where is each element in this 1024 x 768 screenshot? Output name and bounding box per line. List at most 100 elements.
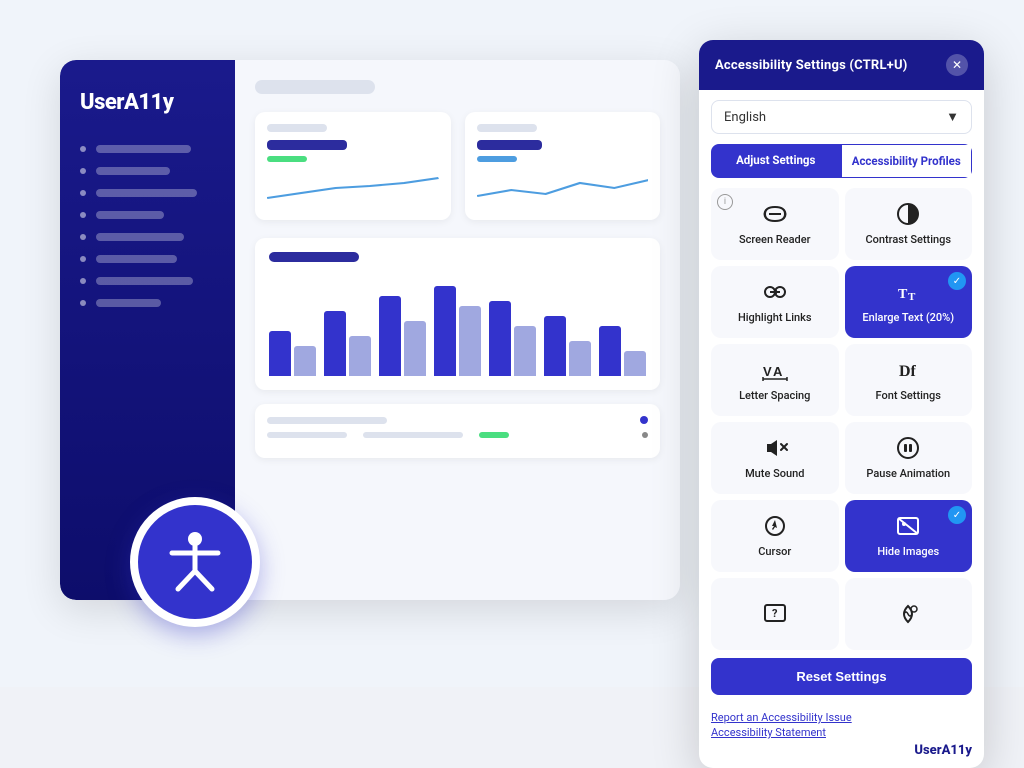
reset-button[interactable]: Reset Settings [711,658,972,695]
setting-pause-animation[interactable]: Pause Animation [845,422,973,494]
mute-sound-label: Mute Sound [745,467,804,481]
cursor-icon [761,512,789,540]
accessibility-icon-circle[interactable] [130,497,260,627]
sidebar-dot [80,234,86,240]
card-chart [267,168,439,208]
card-status [267,156,307,162]
card-status [477,156,517,162]
svg-text:T: T [908,291,916,303]
chart-title [269,252,359,262]
report-accessibility-link[interactable]: Report an Accessibility Issue [711,711,972,724]
cards-row [255,112,660,220]
check-badge: ✓ [948,272,966,290]
settings-grid: i Screen Reader Contrast Setti [711,188,972,650]
sidebar-nav-item [80,233,215,241]
enlarge-text-icon: T T [894,278,922,306]
tab-bar: Adjust Settings Accessibility Profiles [711,144,972,178]
bottom-section [255,404,660,458]
panel-title: Accessibility Settings (CTRL+U) [715,58,908,73]
contrast-label: Contrast Settings [865,233,951,247]
svg-text:?: ? [772,607,778,620]
accessibility-statement-link[interactable]: Accessibility Statement [711,726,972,739]
sidebar-nav-item [80,167,215,175]
setting-mute-sound[interactable]: Mute Sound [711,422,839,494]
sidebar-dot [80,212,86,218]
bar-chart [269,276,646,376]
letter-spacing-label: Letter Spacing [739,389,810,403]
svg-text:V: V [763,364,772,379]
card-title [477,124,537,132]
setting-cursor[interactable]: Cursor [711,500,839,572]
chart-section [255,238,660,390]
sidebar-nav-item [80,145,215,153]
hide-images-icon [894,512,922,540]
svg-text:A: A [773,364,783,379]
sidebar-line [96,145,191,153]
pause-animation-label: Pause Animation [866,467,950,481]
setting-screen-reader[interactable]: i Screen Reader [711,188,839,260]
dashboard-main [235,60,680,600]
sidebar-dot [80,168,86,174]
language-select[interactable]: English ▼ [711,100,972,134]
setting-contrast[interactable]: Contrast Settings [845,188,973,260]
scene: UserA11y [0,0,1024,687]
tab-accessibility-profiles[interactable]: Accessibility Profiles [841,144,973,178]
setting-hide-images[interactable]: ✓ Hide Images [845,500,973,572]
sidebar-dot [80,190,86,196]
setting-font[interactable]: Df Font Settings [845,344,973,416]
cursor-label: Cursor [758,545,791,559]
mute-sound-icon [761,434,789,462]
enlarge-text-label: Enlarge Text (20%) [862,311,954,325]
sidebar-nav-item [80,211,215,219]
tab-adjust-settings[interactable]: Adjust Settings [711,144,841,178]
sidebar-dot [80,256,86,262]
card-2 [465,112,661,220]
color-blind-icon [894,600,922,628]
sidebar-line [96,167,170,175]
highlight-links-icon [761,278,789,306]
card-value [267,140,347,150]
svg-text:Df: Df [899,363,917,380]
sidebar-dot [80,300,86,306]
setting-color-blind[interactable] [845,578,973,650]
info-icon: i [717,194,733,210]
sidebar-line [96,233,184,241]
sidebar-nav-item [80,277,215,285]
sidebar-nav-item [80,255,215,263]
card-title [267,124,327,132]
highlight-links-label: Highlight Links [738,311,812,325]
check-badge: ✓ [948,506,966,524]
setting-enlarge-text[interactable]: ✓ T T Enlarge Text (20%) [845,266,973,338]
font-settings-label: Font Settings [876,389,941,403]
accessibility-person-icon [160,527,230,597]
panel-body: English ▼ Adjust Settings Accessibility … [699,90,984,711]
footer-brand: UserA11y [711,743,972,758]
chevron-down-icon: ▼ [946,109,959,125]
sidebar-dot [80,278,86,284]
close-button[interactable]: ✕ [946,54,968,76]
setting-help[interactable]: ? [711,578,839,650]
main-topbar [255,80,375,94]
card-1 [255,112,451,220]
sidebar-line [96,211,164,219]
panel-footer: Report an Accessibility Issue Accessibil… [699,711,984,768]
letter-spacing-icon: V A [761,356,789,384]
dashboard-logo: UserA11y [80,90,215,115]
contrast-icon [894,200,922,228]
card-chart [477,168,649,208]
sidebar-line [96,299,161,307]
screen-reader-label: Screen Reader [739,233,811,247]
setting-highlight-links[interactable]: Highlight Links [711,266,839,338]
pause-animation-icon [894,434,922,462]
language-value: English [724,110,766,125]
help-icon: ? [761,600,789,628]
hide-images-label: Hide Images [877,545,939,559]
sidebar-dot [80,146,86,152]
sidebar-line [96,189,197,197]
card-value [477,140,542,150]
sidebar-line [96,255,177,263]
setting-letter-spacing[interactable]: V A Letter Spacing [711,344,839,416]
accessibility-panel: Accessibility Settings (CTRL+U) ✕ Englis… [699,40,984,768]
screen-reader-icon [761,200,789,228]
svg-text:T: T [898,287,908,302]
